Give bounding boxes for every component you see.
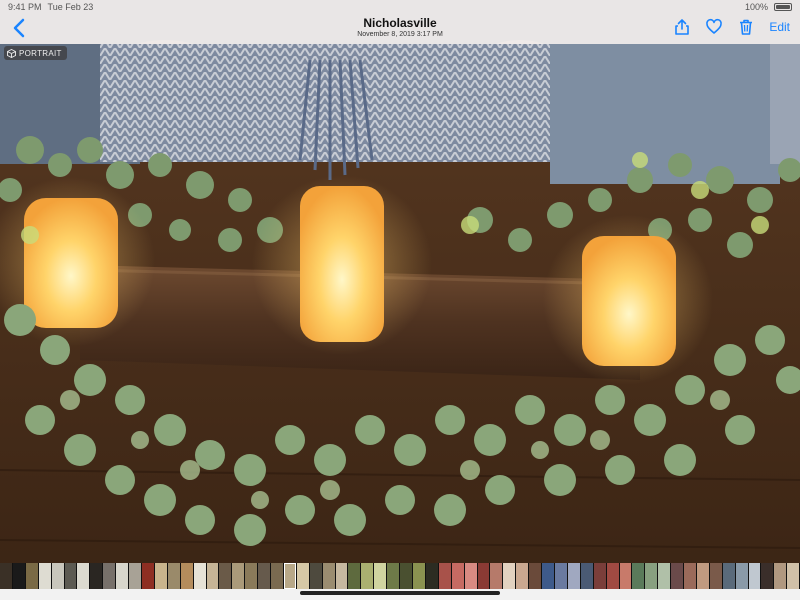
photo-viewer-screen: Nicholasville November 8, 2019 3:17 PM E…	[0, 0, 800, 600]
thumbnail[interactable]	[51, 563, 64, 589]
thumbnail[interactable]	[709, 563, 722, 589]
thumbnail-selected[interactable]	[283, 563, 296, 589]
status-left: 9:41 PM Tue Feb 23	[8, 2, 93, 12]
thumbnail[interactable]	[245, 563, 258, 589]
thumbnail[interactable]	[748, 563, 761, 589]
thumbnail-strip[interactable]	[0, 563, 800, 589]
thumbnail[interactable]	[671, 563, 684, 589]
thumbnail[interactable]	[348, 563, 361, 589]
trash-icon[interactable]	[737, 18, 755, 36]
thumbnail[interactable]	[490, 563, 503, 589]
thumbnail[interactable]	[180, 563, 193, 589]
thumbnail[interactable]	[542, 563, 554, 589]
thumbnail[interactable]	[761, 563, 774, 589]
thumbnail[interactable]	[0, 563, 12, 589]
thumbnail[interactable]	[387, 563, 400, 589]
thumbnail[interactable]	[232, 563, 245, 589]
thumbnail[interactable]	[25, 563, 38, 589]
thumbnail[interactable]	[696, 563, 709, 589]
thumbnail[interactable]	[645, 563, 658, 589]
thumbnail[interactable]	[141, 563, 154, 589]
portrait-badge: PORTRAIT	[4, 46, 67, 60]
thumbnail[interactable]	[722, 563, 735, 589]
status-time: 9:41 PM	[8, 2, 42, 12]
thumbnail[interactable]	[258, 563, 271, 589]
edit-button[interactable]: Edit	[769, 20, 790, 34]
thumbnail[interactable]	[296, 563, 309, 589]
battery-icon	[774, 3, 792, 11]
thumbnail[interactable]	[322, 563, 335, 589]
thumbnail[interactable]	[12, 563, 25, 589]
thumbnail[interactable]	[438, 563, 451, 589]
thumbnail[interactable]	[271, 563, 283, 589]
thumbnail[interactable]	[735, 563, 748, 589]
thumbnail[interactable]	[193, 563, 206, 589]
thumbnail[interactable]	[774, 563, 787, 589]
thumbnail[interactable]	[90, 563, 103, 589]
battery-percent: 100%	[744, 2, 768, 12]
nav-actions: Edit	[673, 18, 790, 36]
thumbnail[interactable]	[516, 563, 529, 589]
thumbnail[interactable]	[606, 563, 619, 589]
thumbnail[interactable]	[658, 563, 671, 589]
battery-level	[776, 5, 790, 9]
thumbnail[interactable]	[309, 563, 322, 589]
thumbnail[interactable]	[567, 563, 580, 589]
cube-icon	[7, 48, 16, 58]
thumbnail[interactable]	[374, 563, 387, 589]
thumbnail[interactable]	[38, 563, 51, 589]
thumbnail[interactable]	[77, 563, 90, 589]
thumbnail[interactable]	[206, 563, 219, 589]
thumbnail[interactable]	[361, 563, 374, 589]
photo-candles-garland[interactable]	[0, 0, 800, 600]
thumbnail[interactable]	[116, 563, 129, 589]
thumbnail[interactable]	[593, 563, 606, 589]
thumbnail[interactable]	[129, 563, 141, 589]
thumbnail[interactable]	[503, 563, 516, 589]
bottom-bar	[0, 589, 800, 600]
thumbnail[interactable]	[64, 563, 77, 589]
thumbnail[interactable]	[425, 563, 438, 589]
thumbnail[interactable]	[413, 563, 425, 589]
thumbnail[interactable]	[619, 563, 632, 589]
back-button[interactable]	[10, 17, 30, 39]
thumbnail[interactable]	[684, 563, 696, 589]
thumbnail[interactable]	[580, 563, 593, 589]
thumbnail[interactable]	[167, 563, 180, 589]
thumbnail[interactable]	[103, 563, 116, 589]
thumbnail[interactable]	[400, 563, 412, 589]
portrait-label: PORTRAIT	[19, 48, 62, 58]
thumbnail[interactable]	[219, 563, 232, 589]
thumbnail[interactable]	[787, 563, 800, 589]
status-right: 100%	[745, 2, 792, 12]
thumbnail[interactable]	[554, 563, 567, 589]
thumbnail[interactable]	[451, 563, 464, 589]
thumbnail[interactable]	[464, 563, 477, 589]
thumbnail[interactable]	[529, 563, 542, 589]
status-date: Tue Feb 23	[47, 2, 94, 12]
thumbnail[interactable]	[477, 563, 490, 589]
home-indicator[interactable]	[300, 591, 500, 595]
thumbnail[interactable]	[632, 563, 645, 589]
thumbnail[interactable]	[154, 563, 167, 589]
heart-icon[interactable]	[705, 18, 723, 36]
status-bar: 9:41 PM Tue Feb 23 100%	[0, 0, 800, 14]
share-icon[interactable]	[673, 18, 691, 36]
thumbnail[interactable]	[335, 563, 348, 589]
back-chevron-icon[interactable]	[10, 17, 30, 39]
